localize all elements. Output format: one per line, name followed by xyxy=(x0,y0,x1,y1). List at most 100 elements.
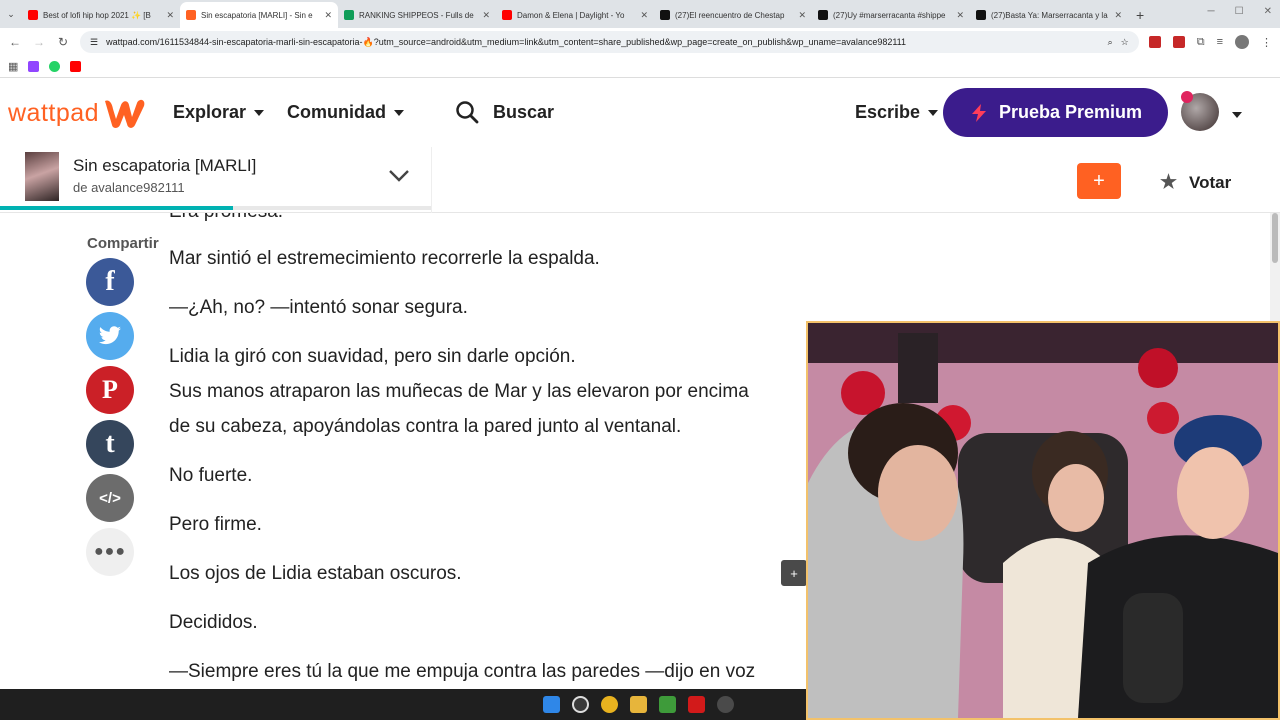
tumblr-icon: t xyxy=(105,428,115,459)
story-author[interactable]: de avalance982111 xyxy=(73,180,185,195)
browser-tab-active[interactable]: Sin escapatoria [MARLI] - Sin e ✕ xyxy=(180,2,338,28)
scrollbar-thumb[interactable] xyxy=(1272,213,1278,263)
maximize-icon[interactable]: ☐ xyxy=(1235,6,1244,17)
more-share-button[interactable]: ●●● xyxy=(86,528,134,576)
browser-tab[interactable]: Best of lofi hip hop 2021 ✨ [B ✕ xyxy=(22,2,180,28)
browser-tab[interactable]: (27)El reencuentro de Chestap ✕ xyxy=(654,2,812,28)
webcam-overlay xyxy=(806,321,1280,720)
menu-icon[interactable]: ⋮ xyxy=(1261,36,1272,49)
tab-label: Sin escapatoria [MARLI] - Sin e xyxy=(201,10,313,20)
tiktok-icon xyxy=(818,10,828,20)
bookmarks-bar: ▦ xyxy=(0,56,1280,78)
minecraft-icon[interactable] xyxy=(659,696,676,713)
paragraph: Sus manos atraparon las muñecas de Mar y… xyxy=(169,381,749,402)
paragraph: Decididos. xyxy=(169,612,258,633)
wattpad-logo[interactable]: wattpad xyxy=(8,97,147,129)
chrome-icon[interactable] xyxy=(601,696,618,713)
embed-share-button[interactable]: </> xyxy=(86,474,134,522)
paragraph: Los ojos de Lidia estaban oscuros. xyxy=(169,563,462,584)
apps-icon[interactable]: ▦ xyxy=(8,60,18,73)
tab-label: (27)Basta Ya: Marserracanta y la xyxy=(991,10,1108,20)
tumblr-share-button[interactable]: t xyxy=(86,420,134,468)
obs-icon[interactable] xyxy=(717,696,734,713)
close-icon[interactable]: ✕ xyxy=(324,10,332,21)
puzzle-icon[interactable]: ⧉ xyxy=(1197,36,1205,49)
browser-tab[interactable]: (27)Basta Ya: Marserracanta y la ✕ xyxy=(970,2,1128,28)
avatar[interactable] xyxy=(1235,35,1249,49)
story-bar: Sin escapatoria [MARLI] de avalance98211… xyxy=(0,147,1280,213)
app-icon[interactable] xyxy=(688,696,705,713)
divider xyxy=(431,147,432,213)
explore-label: Explorar xyxy=(173,102,247,122)
caret-down-icon xyxy=(394,109,404,116)
close-icon[interactable]: ✕ xyxy=(956,10,964,21)
paragraph: Pero firme. xyxy=(169,514,262,535)
facebook-share-button[interactable]: f xyxy=(86,258,134,306)
pinterest-share-button[interactable]: P xyxy=(86,366,134,414)
folder-icon[interactable] xyxy=(630,696,647,713)
minimize-icon[interactable]: ─ xyxy=(1208,6,1215,17)
site-info-icon[interactable]: ☰ xyxy=(90,37,98,48)
forward-icon[interactable]: → xyxy=(32,35,46,49)
search-button[interactable]: Buscar xyxy=(455,100,554,124)
extension-icon[interactable] xyxy=(1172,36,1185,48)
browser-tab[interactable]: (27)Uy #marserracanta #shippe ✕ xyxy=(812,2,970,28)
tab-label: Best of lofi hip hop 2021 ✨ [B xyxy=(43,10,151,20)
youtube-icon[interactable] xyxy=(70,61,82,72)
twitter-share-button[interactable] xyxy=(86,312,134,360)
explore-menu[interactable]: Explorar xyxy=(173,102,265,123)
caret-down-icon xyxy=(254,109,265,116)
close-icon[interactable]: ✕ xyxy=(166,10,174,21)
search-label: Buscar xyxy=(493,101,555,122)
sheets-icon xyxy=(344,10,354,20)
caret-down-icon[interactable] xyxy=(1232,112,1242,118)
more-icon: ●●● xyxy=(94,543,126,560)
search-icon[interactable] xyxy=(572,696,589,713)
reading-list-icon[interactable]: ≡ xyxy=(1217,36,1223,48)
story-cover[interactable] xyxy=(25,152,59,201)
url-input[interactable]: ☰ wattpad.com/1611534844-sin-escapatoria… xyxy=(80,31,1139,53)
close-icon[interactable]: ✕ xyxy=(1114,10,1122,21)
tab-label: Damon & Elena | Daylight - Yo xyxy=(517,10,625,20)
close-icon[interactable]: ✕ xyxy=(798,10,806,21)
logo-text: wattpad xyxy=(8,98,100,127)
community-menu[interactable]: Comunidad xyxy=(287,102,404,123)
zoom-icon[interactable]: ⌕ xyxy=(1108,37,1113,48)
window-controls: ─ ☐ ✕ xyxy=(1208,6,1272,17)
close-icon[interactable]: ✕ xyxy=(640,10,648,21)
inline-comment-button[interactable]: + xyxy=(781,560,806,586)
twitter-icon xyxy=(99,326,121,345)
extension-icon[interactable] xyxy=(1148,36,1161,48)
browser-tab[interactable]: Damon & Elena | Daylight - Yo ✕ xyxy=(496,2,654,28)
chevron-down-icon[interactable] xyxy=(388,169,410,183)
paragraph: —¿Ah, no? —intentó sonar segura. xyxy=(169,297,468,318)
back-icon[interactable]: ← xyxy=(8,35,22,49)
close-icon[interactable]: ✕ xyxy=(482,10,490,21)
browser-tab-bar: ⌄ Best of lofi hip hop 2021 ✨ [B ✕ Sin e… xyxy=(0,0,1280,28)
bookmark-star-icon[interactable]: ☆ xyxy=(1121,37,1129,48)
new-tab-button[interactable]: + xyxy=(1128,2,1152,28)
taskbar-icons xyxy=(543,696,734,713)
windows-start-icon[interactable] xyxy=(543,696,560,713)
premium-button[interactable]: Prueba Premium xyxy=(943,88,1168,137)
lightning-icon xyxy=(971,103,986,122)
close-window-icon[interactable]: ✕ xyxy=(1264,6,1272,17)
facebook-icon: f xyxy=(105,266,115,297)
premium-label: Prueba Premium xyxy=(998,102,1143,122)
twitch-icon[interactable] xyxy=(28,61,40,72)
paragraph: de su cabeza, apoyándolas contra la pare… xyxy=(169,416,682,437)
tab-search-button[interactable]: ⌄ xyxy=(0,0,22,28)
write-label: Escribe xyxy=(855,102,921,122)
story-title[interactable]: Sin escapatoria [MARLI] xyxy=(73,156,256,176)
browser-tab[interactable]: RANKING SHIPPEOS - Fulls de ✕ xyxy=(338,2,496,28)
share-label: Compartir xyxy=(87,235,159,252)
whatsapp-icon[interactable] xyxy=(49,61,61,72)
write-menu[interactable]: Escribe xyxy=(855,102,939,123)
code-icon: </> xyxy=(99,489,121,507)
reload-icon[interactable]: ↻ xyxy=(56,35,70,49)
youtube-icon xyxy=(28,10,38,20)
vote-button[interactable]: ★ Votar xyxy=(1160,171,1231,194)
wattpad-icon xyxy=(186,10,196,20)
tiktok-icon xyxy=(976,10,986,20)
add-to-list-button[interactable]: + xyxy=(1077,163,1121,199)
